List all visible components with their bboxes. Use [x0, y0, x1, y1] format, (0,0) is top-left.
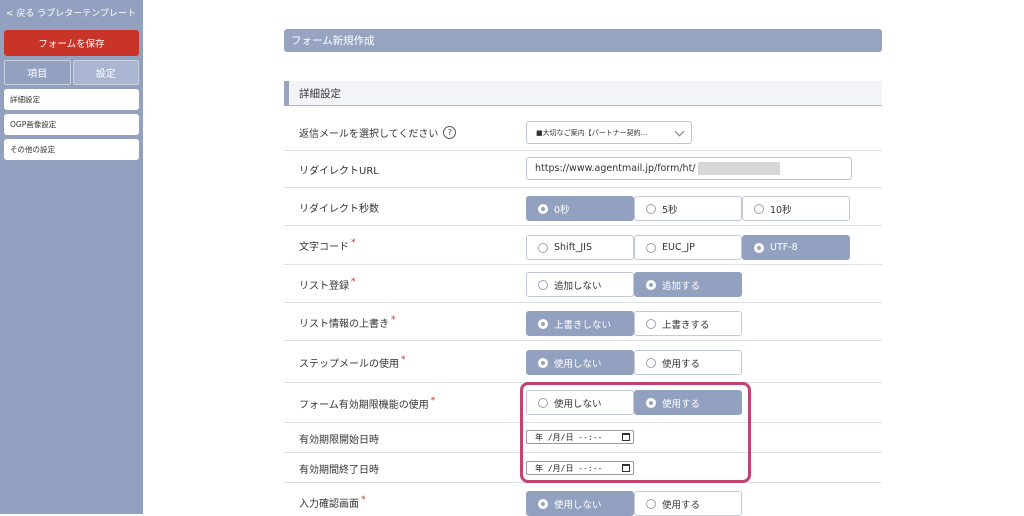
required-mark: *: [351, 276, 356, 287]
radio-icon: [538, 242, 548, 253]
required-mark: *: [401, 354, 406, 365]
redirect-url-label: リダイレクトURL: [299, 166, 379, 177]
radio-redirect-5s[interactable]: 5秒: [634, 196, 742, 221]
sidebar-item-ogp-settings[interactable]: OGP画像設定: [4, 114, 139, 135]
highlight-annotation-box: [520, 382, 751, 483]
section-title: 詳細設定: [284, 81, 882, 106]
required-mark: *: [430, 395, 436, 406]
radio-selected-icon: [538, 498, 548, 509]
save-form-button[interactable]: フォームを保存: [4, 30, 139, 56]
reply-mail-value: ■大切なご案内【パートナー契約...: [536, 128, 648, 137]
sidebar-tabs: 項目 設定: [4, 60, 139, 85]
radio-redirect-10s[interactable]: 10秒: [742, 196, 850, 221]
radio-selected-icon: [538, 357, 548, 368]
radio-charset-shift-jis[interactable]: Shift_JIS: [526, 235, 634, 260]
sidebar-item-detail-settings[interactable]: 詳細設定: [4, 89, 139, 110]
required-mark: *: [361, 494, 366, 505]
list-register-label: リスト登録: [299, 281, 349, 292]
radio-charset-euc-jp[interactable]: EUC_JP: [634, 235, 742, 260]
sidebar: < 戻る ラブレターテンプレート フォームを保存 項目 設定 詳細設定 OGP画…: [0, 0, 143, 514]
back-link[interactable]: < 戻る ラブレターテンプレート: [6, 6, 136, 19]
help-icon[interactable]: ?: [443, 126, 457, 139]
radio-list-add[interactable]: 追加する: [634, 272, 742, 297]
step-mail-label: ステップメールの使用: [299, 359, 399, 370]
reply-mail-select[interactable]: ■大切なご案内【パートナー契約...: [526, 121, 692, 144]
radio-overwrite[interactable]: 上書きする: [634, 311, 742, 336]
radio-icon: [646, 318, 656, 329]
tab-settings[interactable]: 設定: [72, 60, 139, 85]
radio-selected-icon: [538, 203, 548, 214]
radio-icon: [538, 279, 548, 290]
radio-step-mail-off[interactable]: 使用しない: [526, 350, 634, 375]
radio-icon: [646, 242, 656, 253]
radio-step-mail-on[interactable]: 使用する: [634, 350, 742, 375]
radio-icon: [646, 203, 656, 214]
radio-redirect-0s[interactable]: 0秒: [526, 196, 634, 221]
radio-charset-utf8[interactable]: UTF-8: [742, 235, 850, 260]
expiry-start-label: 有効期限開始日時: [299, 435, 379, 446]
redacted-block: [697, 162, 780, 175]
radio-confirm-on[interactable]: 使用する: [634, 491, 742, 516]
radio-selected-icon: [646, 279, 656, 290]
required-mark: *: [391, 314, 396, 325]
radio-no-overwrite[interactable]: 上書きしない: [526, 311, 634, 336]
chevron-down-icon: [674, 126, 685, 137]
redirect-url-value: https://www.agentmail.jp/form/ht/: [535, 163, 696, 174]
radio-icon: [754, 203, 764, 214]
radio-icon: [646, 357, 656, 368]
radio-icon: [646, 498, 656, 509]
confirm-screen-label: 入力確認画面: [299, 499, 359, 510]
radio-confirm-off[interactable]: 使用しない: [526, 491, 634, 516]
page-title: フォーム新規作成: [284, 29, 882, 52]
radio-selected-icon: [754, 242, 764, 253]
list-overwrite-label: リスト情報の上書き: [299, 319, 389, 330]
redirect-seconds-label: リダイレクト秒数: [299, 204, 379, 215]
tab-items[interactable]: 項目: [4, 60, 71, 85]
charset-label: 文字コード: [299, 242, 349, 253]
redirect-url-input[interactable]: https://www.agentmail.jp/form/ht/: [526, 157, 852, 180]
expiry-end-label: 有効期間終了日時: [299, 465, 379, 476]
reply-mail-label: 返信メールを選択してください: [299, 129, 439, 140]
radio-selected-icon: [538, 318, 548, 329]
sidebar-item-other-settings[interactable]: その他の設定: [4, 139, 139, 160]
form-expiry-label: フォーム有効期限機能の使用: [299, 400, 429, 411]
radio-list-no-add[interactable]: 追加しない: [526, 272, 634, 297]
required-mark: *: [351, 237, 356, 248]
